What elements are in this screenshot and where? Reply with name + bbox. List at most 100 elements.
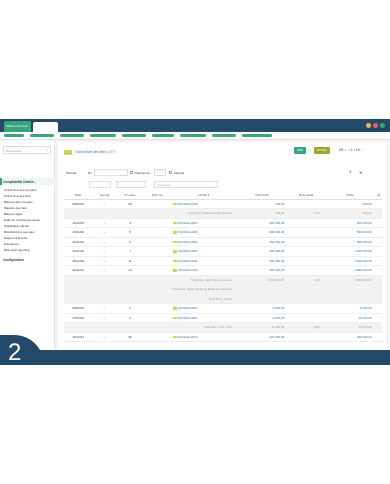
cell-credit [288,237,324,247]
sidebar-item-balance-tiers[interactable]: Balance des tiers [4,206,27,210]
table-row[interactable]: 10/11/20–4 FAV2011-0004 500 000,00 500 000,… [64,218,382,228]
sidebar-item-balance-agee[interactable]: Balance Agée [4,212,23,216]
invoice-link[interactable]: FAV2011-0007 [178,249,198,253]
table-row[interactable]: 03/02/22–1 FAV2202-0001 5 000,00 5 000,00 [64,303,382,314]
sidebar-item-grand-livre-comptes[interactable]: Grand livre des comptes [4,188,37,192]
cell-tiers [143,332,171,342]
col-date[interactable]: Date [64,192,93,200]
cell-libelle[interactable]: FAV2202-0016 [171,199,237,209]
cell-libelle[interactable]: FAV2202-0001 [171,303,237,314]
invoice-link[interactable]: FAV2011-0005 [178,230,198,234]
filter-journal-input[interactable] [116,181,146,188]
cell-journal: – [92,265,117,276]
filter-tiers-select[interactable]: Selectionner ⌄ [154,181,218,188]
maximize-icon[interactable] [380,123,385,128]
col-solde[interactable]: Solde [323,192,376,200]
sidebar-item-grand-livre-tiers[interactable]: Grand livre des tiers [4,194,31,198]
col-piece[interactable]: N° pièce [116,192,144,200]
sidebar-item-balance-comptes[interactable]: Balance des comptes [4,200,33,204]
col-journal[interactable]: Journal [92,192,117,200]
cell-date: 01/02/21 [64,265,93,276]
menu-item[interactable] [212,134,236,137]
date-to-input[interactable] [154,169,166,176]
lettered-checkbox[interactable] [169,171,172,174]
table-row[interactable]: 19/11/20–5 FAV2011-0005 500 000,00 500 000,… [64,227,382,238]
column-settings-icon[interactable]: ⊞ [375,192,382,200]
table-row[interactable]: 23/11/20–7 FAV2011-0007 500 000,00 1 200 00… [64,246,382,257]
footer-band [0,350,390,365]
subtotal-row: Total Pour: Auto Tiers 11 000,00 0,00 10 00… [64,322,382,333]
prev-page-icon[interactable]: ‹ [349,148,350,152]
menu-item[interactable] [152,134,174,137]
menu-item[interactable] [30,134,54,137]
total-pages: / 19 [353,148,360,152]
lettered-from-checkbox[interactable] [130,171,133,174]
invoice-link[interactable]: FAV2102-0012 [178,268,198,272]
sidebar-section-configuration[interactable]: Configuration [3,258,24,262]
table-row[interactable]: 28/12/20–11 FAV2012-0011 500 000,00 1 500 0… [64,256,382,266]
menu-item[interactable] [90,134,116,137]
menu-item[interactable] [122,134,146,137]
sidebar-item-statistiques-clients[interactable]: Statistiques clients [4,224,29,228]
col-libelle[interactable]: Libellé ▾ [171,192,237,200]
record-count: (437) [107,150,116,154]
table-row[interactable]: 15/12/21–26 FAV2112-0014 400 000,00 400 000… [64,332,382,342]
tab-dashboard[interactable]: Tableau de bord [4,121,31,132]
sidebar-item-bilan-actif[interactable]: Bilan actif reporting [4,248,30,252]
table-row[interactable]: 27/02/22–1 FAV2202-0001 6 000,00 10 000,00 [64,313,382,323]
sidebar-item-rapport-activite[interactable]: Rapport d'activité [4,236,27,240]
tab-secondary[interactable] [33,122,58,132]
cell-piece: 4 [116,218,144,228]
table-row[interactable]: 09/02/22–30 FAV2202-0016 100,00 100,00 [64,199,382,209]
cell-tiers [143,265,171,276]
table-row[interactable]: 01/02/21–14 FAV2102-0012 500 000,00 1 800 0… [64,265,382,276]
reset-icon[interactable]: ✕ [359,170,362,175]
cell-credit [288,246,324,257]
menu-item[interactable] [60,134,84,137]
invoice-link[interactable]: FAV2012-0011 [178,259,198,263]
cell-journal: – [92,199,117,209]
invoice-link[interactable]: FAV2112-0014 [178,335,198,339]
invoice-link[interactable]: FAV2202-0001 [178,306,198,310]
cell-libelle[interactable]: FAV2011-0006 [171,237,237,247]
invoice-icon [173,259,177,263]
invoice-link[interactable]: FAV2202-0016 [178,202,198,206]
cell-libelle[interactable]: FAV2011-0005 [171,227,237,238]
current-page[interactable]: 1 [351,148,353,152]
export-excel-button[interactable]: EXCEL [314,147,330,154]
col-credit[interactable]: Mvts crédit [288,192,324,200]
menu-item[interactable] [4,134,24,137]
sidebar-search-input[interactable]: Rechercher × [3,146,51,154]
col-debit[interactable]: Mvts débit [236,192,289,200]
col-tiers[interactable]: Num Tie [143,192,171,200]
cell-libelle[interactable]: FAV2102-0012 [171,265,237,276]
sidebar-item-brouillard[interactable]: Brouillard des journaux [4,230,35,234]
cell-libelle[interactable]: FAV2011-0004 [171,218,237,228]
minimize-icon[interactable] [366,123,371,128]
invoice-link[interactable]: FAV2202-0001 [178,316,198,320]
table-row[interactable]: 20/11/20–6 FAV2011-0006 500 000,00 500 000,… [64,237,382,247]
cell-libelle[interactable]: FAV2012-0011 [171,256,237,266]
filter-date-input[interactable] [89,181,111,188]
cell-solde: 400 000,00 [323,332,376,342]
sidebar-item-controle-caisse[interactable]: Etats de contrôle de caisse [4,218,40,222]
export-pdf-button[interactable]: PDF [294,147,306,154]
cell-libelle[interactable]: FAV2112-0014 [171,332,237,342]
menu-item[interactable] [180,134,206,137]
invoice-link[interactable]: FAV2011-0006 [178,240,198,244]
invoice-link[interactable]: FAV2011-0004 [178,221,198,225]
menu-item[interactable] [242,134,272,137]
subtotal-label: Total Pour: Auto Tiers [64,322,237,333]
cell-credit [288,265,324,276]
search-icon[interactable]: ⌕ [349,169,352,175]
date-from-input[interactable] [94,169,128,176]
cell-debit: 500 000,00 [236,227,289,238]
close-icon[interactable] [373,123,378,128]
next-page-icon[interactable]: › [361,148,362,152]
sidebar-section-accounting[interactable]: Comptabilité Détailé... [3,180,36,184]
per-page-select[interactable]: 25 ⌄ [339,148,347,152]
cell-libelle[interactable]: FAV2011-0007 [171,246,237,257]
cell-libelle[interactable]: FAV2202-0001 [171,313,237,323]
sidebar-item-echeancier[interactable]: Echéancier [4,242,19,246]
clear-icon[interactable]: × [46,148,48,152]
